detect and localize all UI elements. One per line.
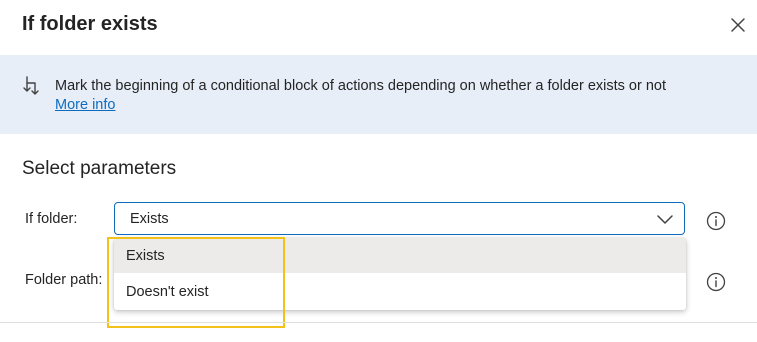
section-title: Select parameters xyxy=(22,158,177,179)
info-banner: Mark the beginning of a conditional bloc… xyxy=(0,55,757,134)
if-folder-dropdown-list: Exists Doesn't exist xyxy=(114,238,686,310)
if-folder-label: If folder: xyxy=(25,211,78,227)
divider xyxy=(0,322,757,323)
if-folder-select[interactable]: Exists xyxy=(114,202,685,235)
info-icon xyxy=(706,211,726,231)
dropdown-option-label: Doesn't exist xyxy=(126,284,209,300)
banner-description: Mark the beginning of a conditional bloc… xyxy=(55,78,666,94)
if-folder-info-icon[interactable] xyxy=(705,210,727,232)
conditional-branch-icon xyxy=(23,76,39,95)
if-folder-select-value: Exists xyxy=(130,211,169,227)
folder-path-label: Folder path: xyxy=(25,272,103,288)
more-info-link[interactable]: More info xyxy=(55,97,115,113)
close-icon xyxy=(731,18,745,32)
chevron-down-icon xyxy=(657,215,673,224)
dropdown-option-doesnt-exist[interactable]: Doesn't exist xyxy=(114,274,686,309)
info-icon xyxy=(706,272,726,292)
folder-path-info-icon[interactable] xyxy=(705,271,727,293)
dropdown-option-label: Exists xyxy=(126,248,165,264)
dialog-title: If folder exists xyxy=(22,13,158,35)
close-button[interactable] xyxy=(726,13,750,37)
dropdown-option-exists[interactable]: Exists xyxy=(114,238,686,273)
